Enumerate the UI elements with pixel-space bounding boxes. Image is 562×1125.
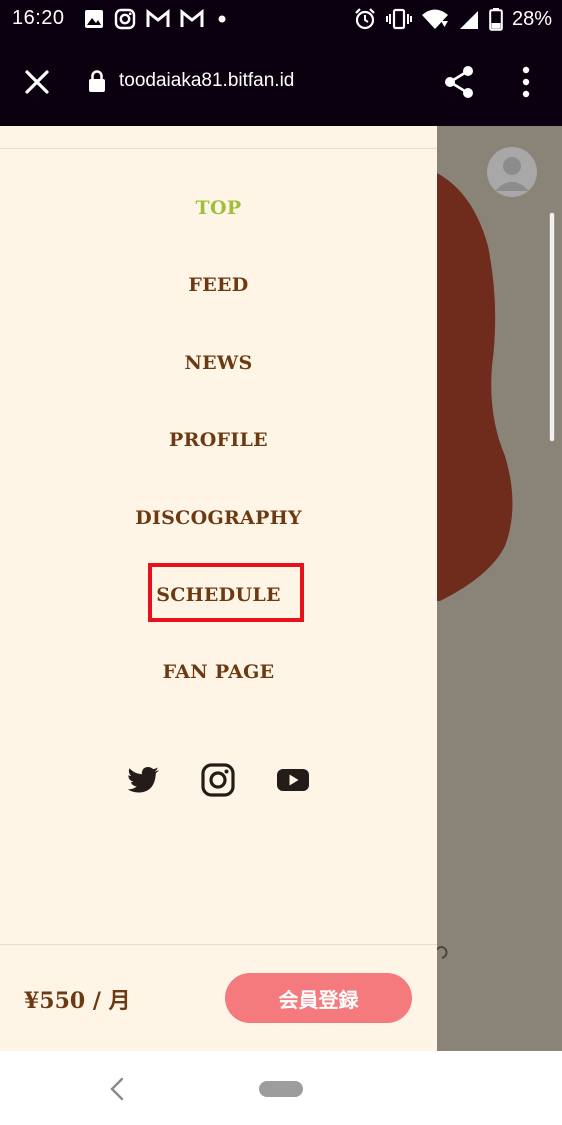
lock-icon	[89, 70, 105, 92]
notification-icons	[84, 8, 230, 30]
person-icon	[495, 157, 529, 191]
browser-toolbar: toodaiaka81.bitfan.id	[0, 38, 562, 126]
schedule-highlight-box	[148, 563, 304, 622]
more-options-icon[interactable]	[514, 65, 538, 99]
nav-item-profile[interactable]: PROFILE	[0, 429, 437, 451]
social-links	[0, 762, 437, 806]
user-avatar[interactable]	[487, 147, 537, 197]
nav-item-top[interactable]: TOP	[0, 197, 437, 219]
vibrate-icon	[385, 8, 412, 30]
wifi-icon	[421, 9, 448, 29]
gmail-icon	[180, 9, 204, 27]
divider	[0, 944, 437, 945]
nav-item-news[interactable]: NEWS	[0, 352, 437, 374]
status-bar: 16:20 28%	[0, 0, 562, 38]
share-icon[interactable]	[443, 65, 475, 99]
signup-button[interactable]: 会員登録	[225, 973, 412, 1023]
home-pill[interactable]	[259, 1081, 303, 1097]
signal-icon	[459, 11, 478, 29]
nav-item-discography[interactable]: DISCOGRAPHY	[0, 507, 437, 529]
nav-item-feed[interactable]: FEED	[0, 274, 437, 296]
side-drawer: TOP FEED NEWS PROFILE DISCOGRAPHY SCHEDU…	[0, 126, 437, 1051]
battery-icon	[489, 8, 503, 31]
dot-icon	[218, 15, 226, 23]
system-status-icons: 28%	[353, 7, 552, 31]
twitter-icon[interactable]	[126, 762, 162, 798]
youtube-icon[interactable]	[275, 762, 311, 798]
url-text[interactable]: toodaiaka81.bitfan.id	[119, 70, 294, 92]
gmail-icon	[146, 9, 170, 27]
status-time: 16:20	[12, 7, 65, 29]
membership-price: ¥550 / 月	[24, 988, 131, 1014]
instagram-icon[interactable]	[200, 762, 236, 798]
battery-percentage: 28%	[511, 7, 552, 30]
alarm-icon	[355, 8, 375, 30]
close-icon[interactable]	[22, 67, 52, 97]
scrollbar-thumb[interactable]	[549, 212, 555, 442]
divider	[0, 148, 437, 149]
system-navigation-bar	[0, 1051, 562, 1125]
back-icon[interactable]	[107, 1076, 127, 1102]
nav-item-fan-page[interactable]: FAN PAGE	[0, 661, 437, 683]
instagram-notification-icon	[114, 8, 136, 30]
image-icon	[85, 10, 103, 28]
